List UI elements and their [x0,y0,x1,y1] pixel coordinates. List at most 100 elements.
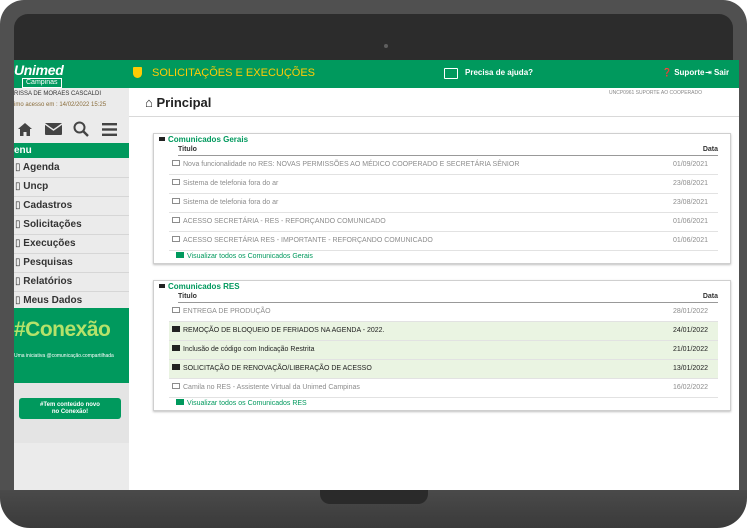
envelope-open-icon [172,236,180,243]
sidebar-item-label: Execuções [23,238,76,249]
home-icon: ⌂ [145,95,153,110]
table-row[interactable]: Sistema de telefonia fora do ar 23/08/202… [169,194,718,213]
banner-hashtag: #Conexão [14,318,111,341]
row-date: 28/01/2022 [672,308,708,315]
envelope-icon [172,345,180,352]
main-content: UNCP0961 SUPORTE AO COOPERADO ⌂ Principa… [129,88,739,494]
logo-text: Unimed [14,62,64,78]
envelope-open-icon [172,160,180,167]
panel-title: Comunicados Gerais [154,134,730,145]
logout-icon: ⇥ [705,68,712,77]
view-all-gerais-link[interactable]: Visualizar todos os Comunicados Gerais [176,251,730,263]
home-icon[interactable] [14,118,36,140]
table-row[interactable]: ENTREGA DE PRODUÇÃO 28/01/2022 [169,303,718,322]
row-date: 21/01/2022 [672,346,708,353]
page-title: ⌂ Principal [145,95,211,110]
view-all-res-link[interactable]: Visualizar todos os Comunicados RES [176,398,730,410]
envelope-open-icon [172,198,180,205]
support-label: Suporte [674,68,705,77]
top-bar: SOLICITAÇÕES E EXECUÇÕES Precisa de ajud… [129,60,739,88]
screen-bezel: Unimed Campinas RISSA DE MORAES CASCALDI… [14,14,739,494]
panel-title-text: Comunicados RES [168,282,240,291]
row-date: 24/01/2022 [672,327,708,334]
page-title-text: Principal [156,95,212,110]
conexao-banner[interactable]: #Conexão Uma iniciativa @comunicação.com… [14,308,129,383]
sidebar-item-uncp[interactable]: ▯ Uncp [14,178,129,197]
row-title: Sistema de telefonia fora do ar [183,199,279,206]
sidebar-item-pesquisas[interactable]: ▯ Pesquisas [14,254,129,273]
exit-label: Sair [713,68,730,77]
sidebar-item-label: Cadastros [23,200,73,211]
row-title: ENTREGA DE PRODUÇÃO [183,308,271,315]
envelope-open-icon [172,307,180,314]
column-title: Titulo [178,146,197,153]
row-title: Camila no RES - Assistente Virtual da Un… [183,384,360,391]
row-date: 16/02/2022 [672,384,708,391]
table-row[interactable]: Nova funcionalidade no RES: NOVAS PERMIS… [169,156,718,175]
envelope-icon [176,399,184,406]
banner-caption: Uma iniciativa @comunicação.compartilhad… [14,353,114,359]
sidebar-icon-bar [14,116,129,142]
table-row-unread[interactable]: SOLICITAÇÃO DE RENOVAÇÃO/LIBERAÇÃO DE AC… [169,360,718,379]
sidebar-item-label: Uncp [23,181,49,192]
row-title: REMOÇÃO DE BLOQUEIO DE FERIADOS NA AGEND… [183,327,385,334]
row-date: 23/08/2021 [672,180,708,187]
help-link[interactable]: Precisa de ajuda? [465,68,533,77]
row-title: Inclusão de código com Indicação Restrit… [183,346,315,353]
sidebar-item-label: Agenda [22,162,60,173]
envelope-open-icon [172,383,180,390]
sidebar: Unimed Campinas RISSA DE MORAES CASCALDI… [14,60,129,494]
shield-icon [133,67,142,78]
sidebar-item-cadastros[interactable]: ▯ Cadastros [14,197,129,216]
view-all-label: Visualizar todos os Comunicados RES [187,400,307,407]
envelope-icon [172,364,180,371]
row-title: Sistema de telefonia fora do ar [183,180,279,187]
panel-comunicados-gerais: Comunicados Gerais Titulo Data Nova func… [153,133,731,264]
last-access: imo acesso em : 14/02/2022 15:25 [14,102,107,108]
sidebar-item-label: Pesquisas [23,257,73,268]
table-row[interactable]: Sistema de telefonia fora do ar 23/08/202… [169,175,718,194]
menu-header: enu [14,143,129,158]
row-title: Nova funcionalidade no RES: NOVAS PERMIS… [183,161,520,168]
table-row[interactable]: Camila no RES - Assistente Virtual da Un… [169,379,718,398]
panel-comunicados-res: Comunicados RES Titulo Data ENTREGA DE P… [153,280,731,411]
exit-link[interactable]: ⇥ Sair [705,68,729,77]
sidebar-item-relatorios[interactable]: ▯ Relatórios [14,273,129,292]
table-row[interactable]: ACESSO SECRETÁRIA - RES - REFORÇANDO COM… [169,213,718,232]
table-row[interactable]: ACESSO SECRETÁRIA RES - IMPORTANTE - REF… [169,232,718,251]
sidebar-item-solicitacoes[interactable]: ▯ Solicitações [14,216,129,235]
row-date: 13/01/2022 [672,365,708,372]
row-title: ACESSO SECRETÁRIA RES - IMPORTANTE - REF… [183,237,433,244]
question-icon: ❓ [662,68,672,77]
sidebar-item-agenda[interactable]: ▯ Agenda [14,159,129,178]
webcam [384,44,388,48]
column-date: Data [702,293,718,300]
mail-icon[interactable] [42,118,64,140]
sidebar-item-execucoes[interactable]: ▯ Execuções [14,235,129,254]
module-title: SOLICITAÇÕES E EXECUÇÕES [152,67,316,79]
logo[interactable]: Unimed Campinas [14,60,129,88]
row-title: ACESSO SECRETÁRIA - RES - REFORÇANDO COM… [183,218,386,225]
row-date: 23/08/2021 [672,199,708,206]
menu-icon[interactable] [98,118,120,140]
row-date: 01/09/2021 [672,161,708,168]
table-header: Titulo Data [178,292,718,303]
envelope-icon [172,326,180,333]
new-content-line1: #Tem conteúdo novo [40,401,100,408]
sidebar-menu: ▯ Agenda ▯ Uncp ▯ Cadastros ▯ Solicitaçõ… [14,159,129,311]
chat-icon[interactable] [444,68,458,79]
page-subtitle: UNCP0961 SUPORTE AO COOPERADO [609,90,702,96]
envelope-icon [176,252,184,259]
table-row-unread[interactable]: REMOÇÃO DE BLOQUEIO DE FERIADOS NA AGEND… [169,322,718,341]
search-icon[interactable] [70,118,92,140]
table-row-unread[interactable]: Inclusão de código com Indicação Restrit… [169,341,718,360]
row-date: 01/06/2021 [672,218,708,225]
new-content-line2: no Conexão! [51,408,89,415]
column-title: Titulo [178,293,197,300]
row-date: 01/06/2021 [672,237,708,244]
panel-title: Comunicados RES [154,281,730,292]
user-name: RISSA DE MORAES CASCALDI [14,91,102,97]
sidebar-item-label: Meus Dados [23,295,83,306]
support-link[interactable]: ❓ Suporte [662,68,704,77]
new-content-button[interactable]: #Tem conteúdo novo no Conexão! [19,398,121,419]
